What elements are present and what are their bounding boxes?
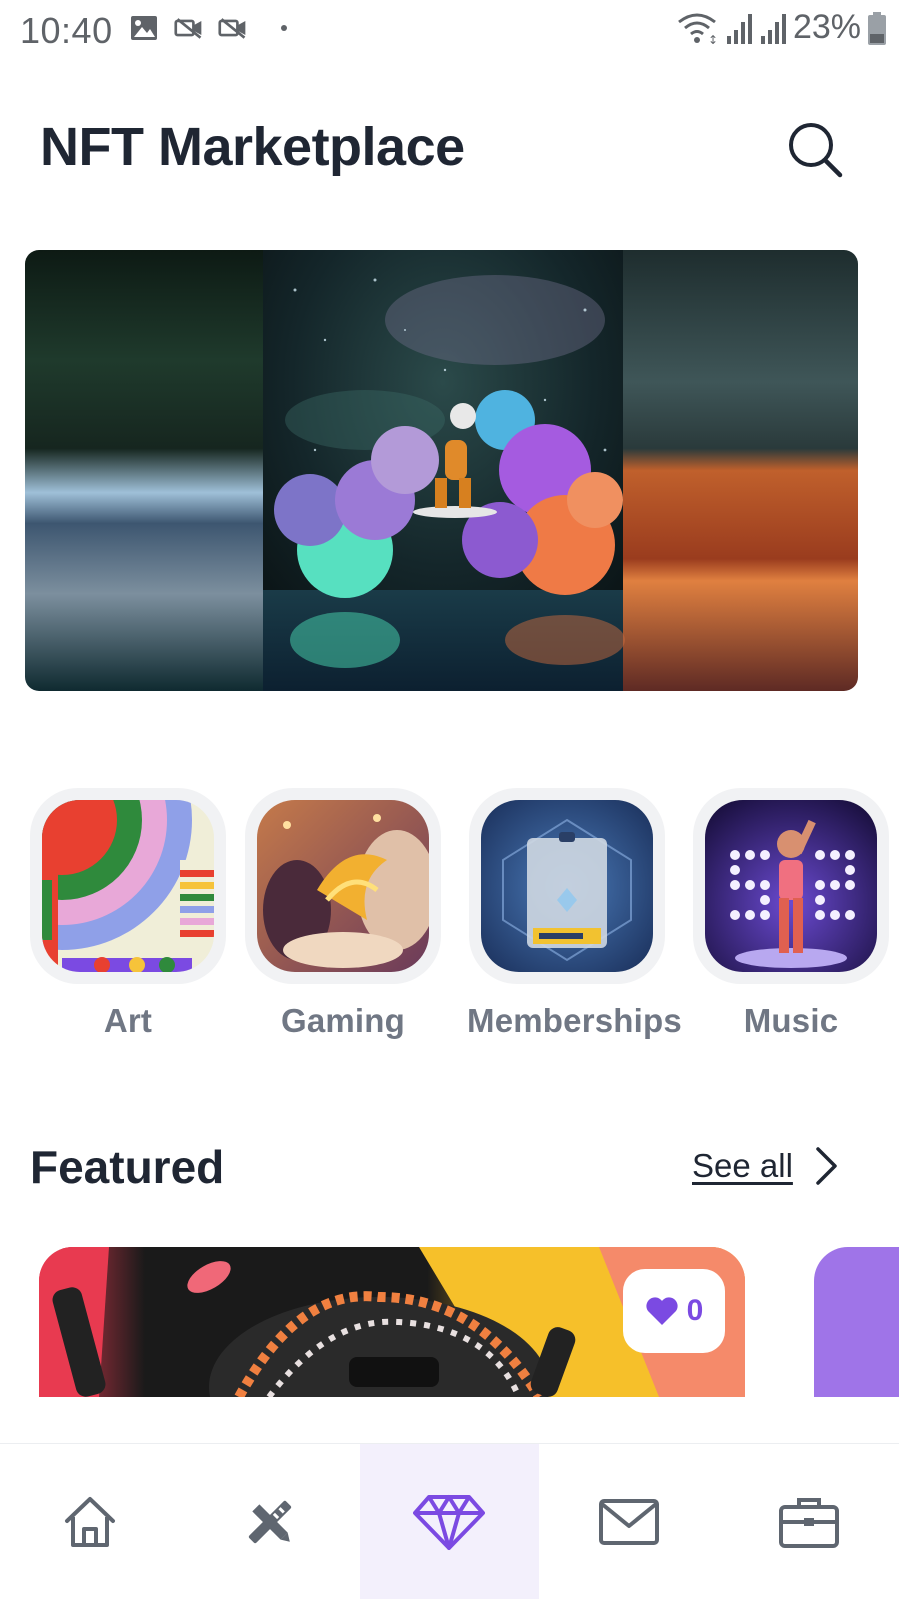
category-music-image	[705, 800, 877, 972]
video-off-icon	[218, 18, 246, 39]
category-gaming[interactable]: Gaming	[243, 788, 443, 1040]
category-memberships[interactable]: Memberships	[467, 788, 682, 1040]
wifi-icon: ↕	[678, 13, 718, 46]
category-thumb-frame	[30, 788, 226, 984]
home-icon	[64, 1497, 115, 1547]
category-label: Art	[103, 1002, 153, 1039]
nav-marketplace[interactable]	[359, 1444, 540, 1599]
category-label: Gaming	[280, 1002, 406, 1039]
category-art-image	[42, 800, 214, 972]
like-button[interactable]: 0	[623, 1269, 725, 1353]
briefcase-icon	[779, 1498, 840, 1548]
nav-home[interactable]	[0, 1444, 180, 1599]
gallery-icon	[131, 16, 157, 40]
hero-banner[interactable]	[25, 250, 858, 691]
svg-text:↕: ↕	[708, 33, 718, 46]
video-off-icon	[174, 18, 202, 39]
tools-icon	[248, 1500, 291, 1544]
category-thumb-frame	[245, 788, 441, 984]
category-label: Music	[743, 1002, 839, 1039]
signal-icon	[726, 13, 752, 44]
search-button[interactable]	[782, 116, 848, 182]
notification-icons	[130, 14, 292, 42]
like-count: 0	[686, 1294, 704, 1327]
search-icon	[789, 123, 843, 178]
category-label: Memberships	[467, 1002, 682, 1039]
category-thumb-frame	[469, 788, 665, 984]
mail-icon	[599, 1499, 660, 1545]
category-music[interactable]: Music	[691, 788, 891, 1040]
chevron-right-icon	[816, 1147, 837, 1185]
category-thumb-frame	[693, 788, 889, 984]
nav-portfolio[interactable]	[719, 1444, 899, 1599]
status-bar: 10:40 ↕ 23%	[0, 0, 899, 60]
featured-title: Featured	[30, 1141, 225, 1193]
category-gaming-image	[257, 800, 429, 972]
page-title: NFT Marketplace	[40, 117, 465, 177]
category-memberships-image	[481, 800, 653, 972]
heart-icon	[646, 1297, 678, 1325]
nav-tools[interactable]	[180, 1444, 360, 1599]
category-art[interactable]: Art	[28, 788, 228, 1040]
status-right: ↕ 23%	[675, 8, 887, 47]
see-all-label: See all	[692, 1147, 793, 1184]
featured-card[interactable]	[814, 1247, 899, 1397]
hero-artwork	[25, 250, 858, 691]
battery-percent: 23%	[792, 8, 861, 46]
bottom-nav	[0, 1443, 899, 1599]
featured-card[interactable]: 0	[39, 1247, 745, 1397]
diamond-icon	[413, 1495, 486, 1550]
status-time: 10:40	[20, 10, 113, 51]
battery-icon	[868, 11, 886, 45]
signal-icon	[760, 13, 786, 44]
see-all-link[interactable]: See all	[692, 1146, 839, 1186]
category-list: Art Gaming Memberships Music	[0, 788, 899, 1048]
nav-messages[interactable]	[539, 1444, 719, 1599]
dot-icon	[281, 25, 287, 31]
